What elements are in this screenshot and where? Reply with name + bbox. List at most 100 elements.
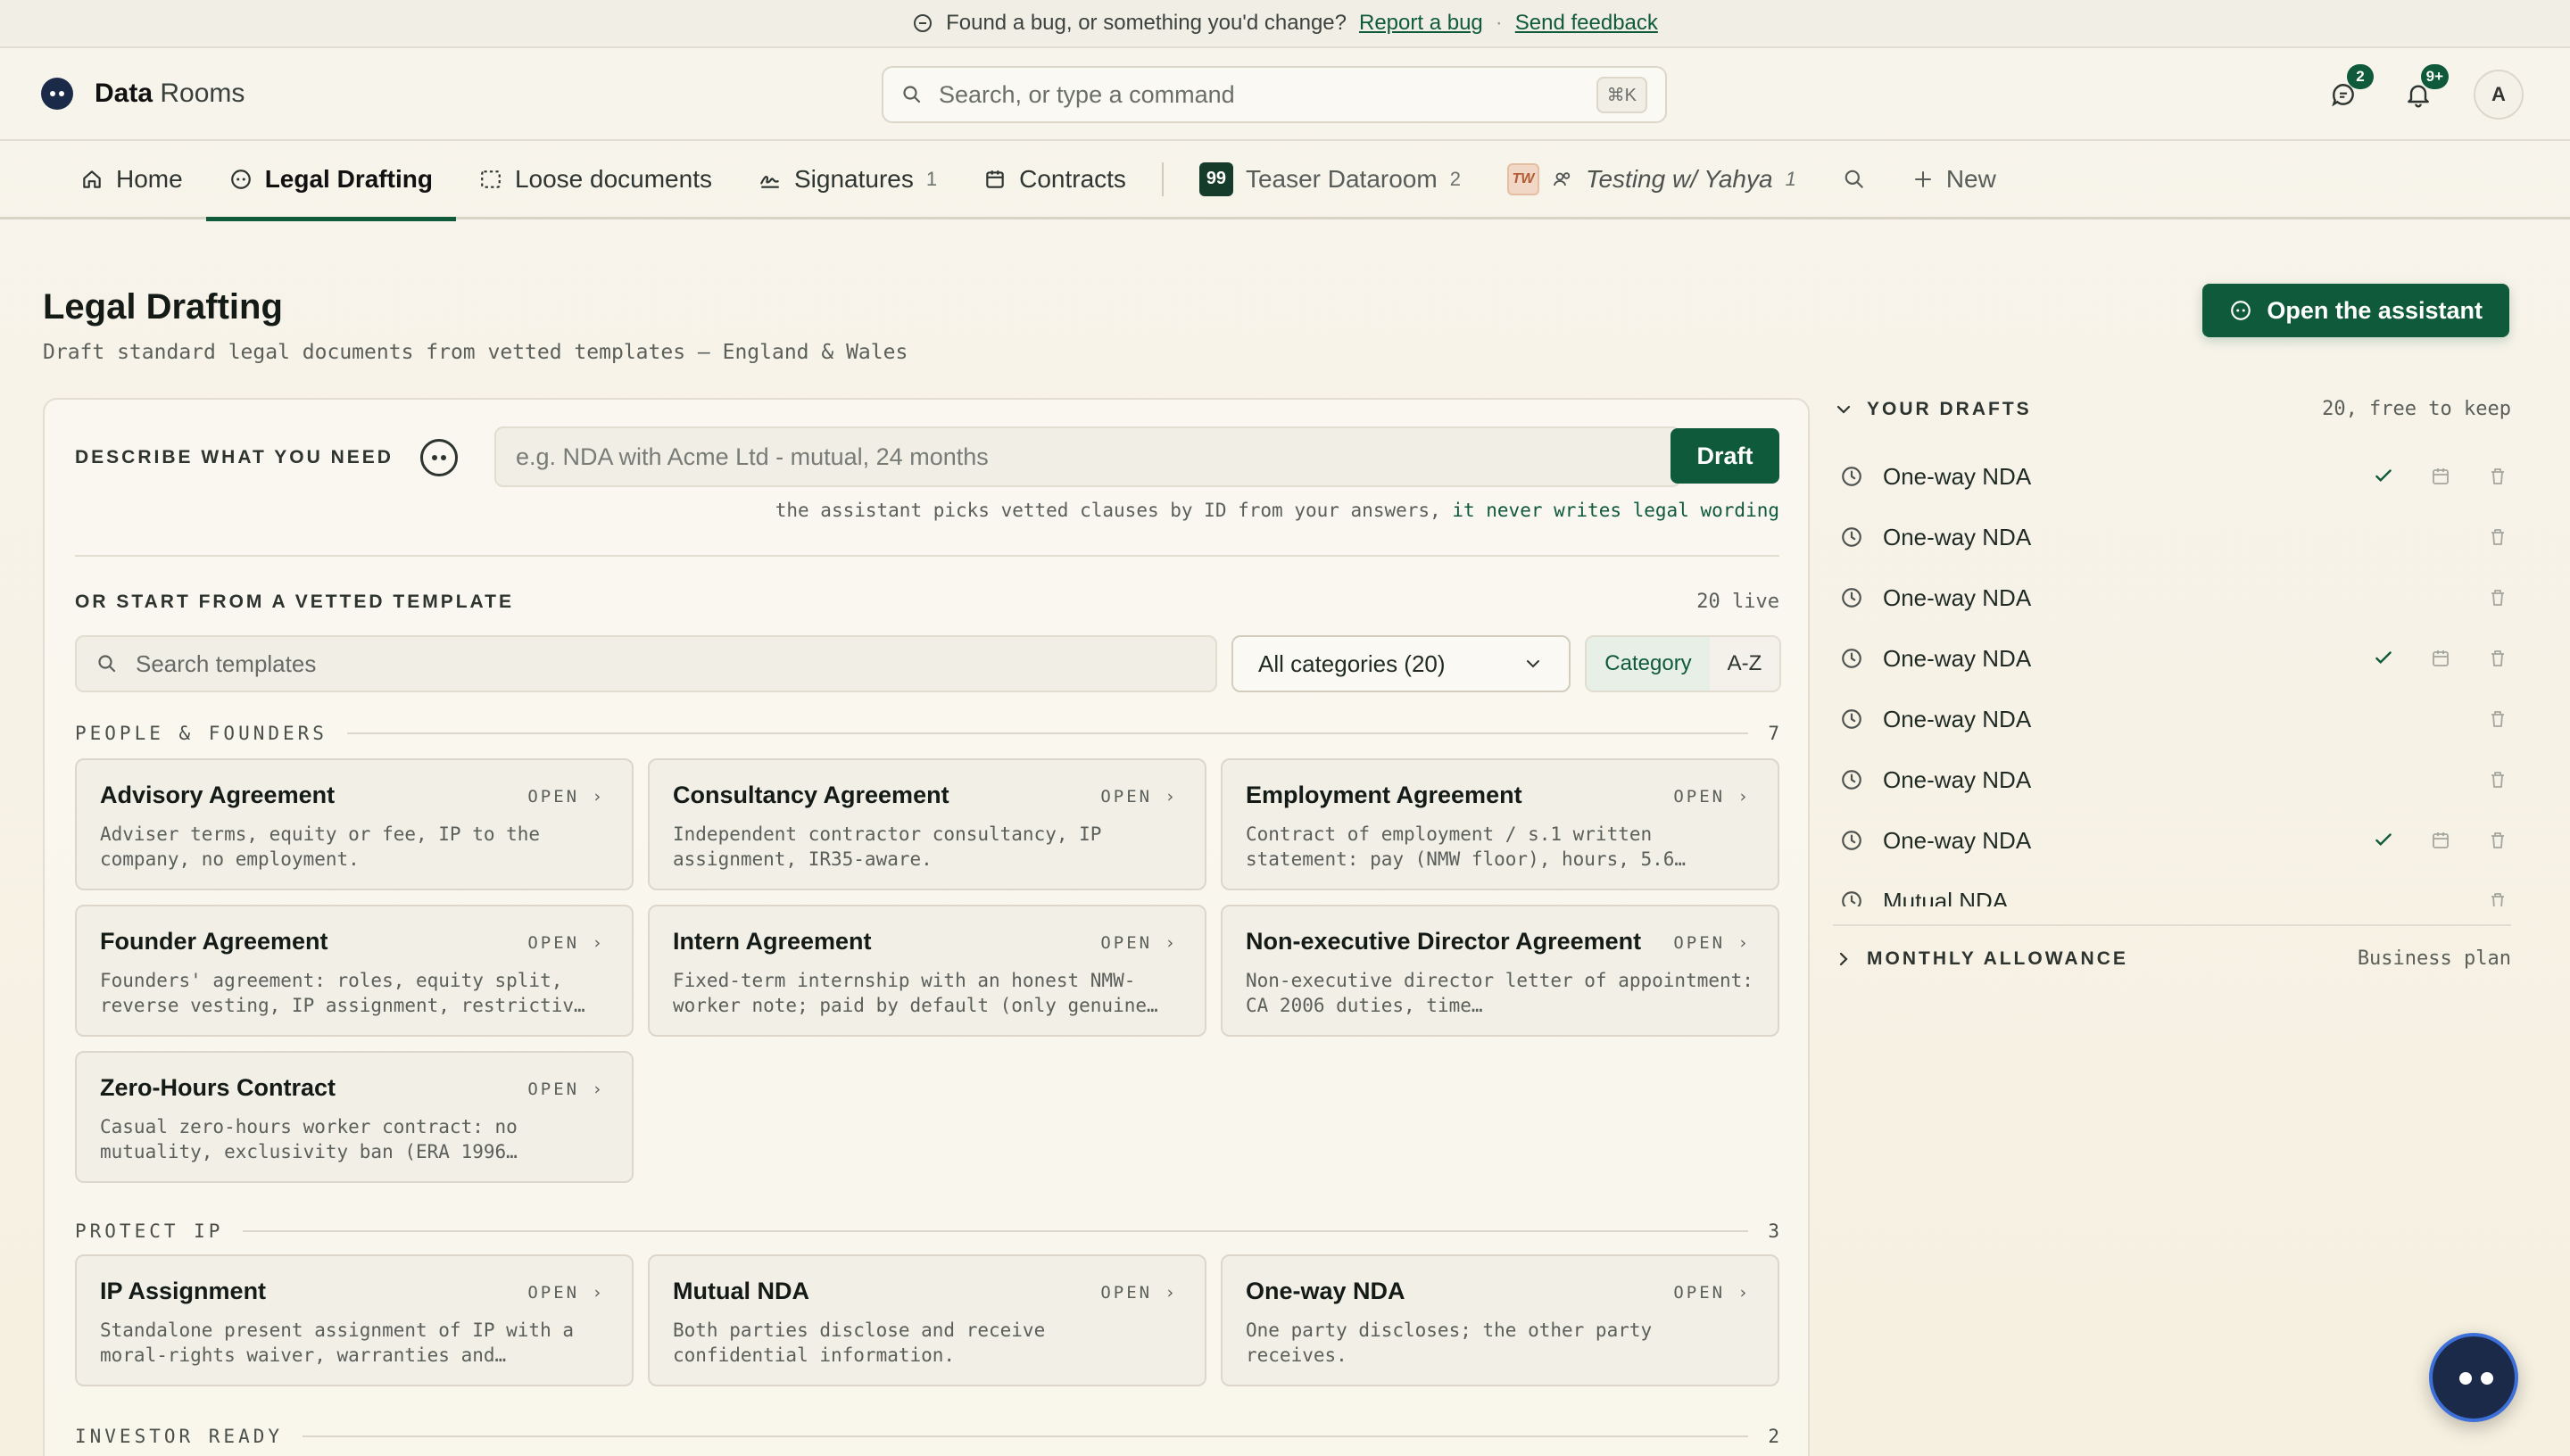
clock-icon <box>1842 770 1861 790</box>
template-card-non-executive-director[interactable]: Non-executive Director Agreement OPEN › … <box>1221 905 1779 1037</box>
assistant-fab[interactable] <box>2429 1333 2518 1422</box>
draft-row[interactable]: One-way NDA <box>1840 567 2511 628</box>
template-card-zero-hours-contract[interactable]: Zero-Hours Contract OPEN › Casual zero-h… <box>75 1051 634 1183</box>
template-description: Casual zero-hours worker contract: no mu… <box>100 1116 518 1162</box>
drafts-divider <box>1833 924 2511 926</box>
draft-row[interactable]: One-way NDA <box>1840 810 2511 871</box>
calendar-icon[interactable] <box>2427 463 2454 490</box>
draft-row[interactable]: One-way NDA <box>1840 689 2511 749</box>
describe-input[interactable]: e.g. NDA with Acme Ltd - mutual, 24 mont… <box>494 426 1681 487</box>
monthly-allowance-header[interactable]: MONTHLY ALLOWANCE Business plan <box>1833 947 2511 970</box>
tab-legal-drafting[interactable]: Legal Drafting <box>205 140 457 221</box>
trash-icon[interactable] <box>2484 584 2511 611</box>
draft-row[interactable]: One-way NDA <box>1840 446 2511 507</box>
template-card-mutual-nda[interactable]: Mutual NDA OPEN › Both parties disclose … <box>648 1254 1206 1386</box>
tab-label: Signatures <box>793 164 914 193</box>
search-icon <box>903 86 921 103</box>
search-icon <box>1845 170 1863 188</box>
open-link[interactable]: OPEN › <box>1673 787 1751 807</box>
template-card-one-way-nda[interactable]: One-way NDA OPEN › One party discloses; … <box>1221 1254 1779 1386</box>
template-card-advisory-agreement[interactable]: Advisory Agreement OPEN › Adviser terms,… <box>75 758 634 890</box>
tab-label: Loose documents <box>514 164 712 193</box>
draft-name: One-way NDA <box>1883 644 2032 672</box>
category-select[interactable]: All categories (20) <box>1231 635 1571 692</box>
section-rule <box>243 1230 1749 1232</box>
tab-testing-yahya[interactable]: TW Testing w/ Yahya 1 <box>1484 140 1820 219</box>
section-header-people-founders: PEOPLE & FOUNDERS 7 <box>75 723 1779 744</box>
tab-count: 1 <box>925 167 938 190</box>
template-card-founder-agreement[interactable]: Founder Agreement OPEN › Founders' agree… <box>75 905 634 1037</box>
command-search[interactable]: Search, or type a command ⌘K <box>882 66 1667 123</box>
open-link[interactable]: OPEN › <box>527 787 605 807</box>
section-title: PROTECT IP <box>75 1220 224 1242</box>
app-logo[interactable] <box>41 78 73 110</box>
template-description: Contract of employment / s.1 written sta… <box>1246 823 1687 870</box>
tab-loose-documents[interactable]: Loose documents <box>456 140 735 219</box>
open-link[interactable]: OPEN › <box>1673 933 1751 953</box>
template-search-input[interactable]: Search templates <box>75 635 1217 692</box>
clock-icon <box>1842 649 1861 668</box>
template-card-employment-agreement[interactable]: Employment Agreement OPEN › Contract of … <box>1221 758 1779 890</box>
report-bug-link[interactable]: Report a bug <box>1359 11 1483 36</box>
send-feedback-link[interactable]: Send feedback <box>1515 11 1658 36</box>
dashed-box-icon <box>481 170 501 188</box>
section-title: INVESTOR READY <box>75 1426 284 1447</box>
tab-search-button[interactable] <box>1820 140 1889 219</box>
clock-icon <box>1842 891 1861 906</box>
draft-row[interactable]: One-way NDA <box>1840 628 2511 689</box>
draft-row[interactable]: One-way NDA <box>1840 749 2511 810</box>
sort-by-category[interactable]: Category <box>1587 637 1710 691</box>
open-link[interactable]: OPEN › <box>1100 1283 1178 1303</box>
draft-name: One-way NDA <box>1883 523 2032 550</box>
tab-contracts[interactable]: Contracts <box>960 140 1149 219</box>
chevron-down-icon <box>1527 660 1539 668</box>
trash-icon[interactable] <box>2484 706 2511 732</box>
tab-signatures[interactable]: Signatures 1 <box>735 140 960 219</box>
messages-button[interactable]: 2 <box>2324 64 2374 120</box>
dataroom-badge: TW <box>1506 162 1539 195</box>
template-card-consultancy-agreement[interactable]: Consultancy Agreement OPEN › Independent… <box>648 758 1206 890</box>
assistant-hint: the assistant picks vetted clauses by ID… <box>775 500 1779 521</box>
tab-home[interactable]: Home <box>57 140 206 219</box>
clock-icon <box>1842 831 1861 850</box>
trash-icon[interactable] <box>2484 766 2511 793</box>
trash-icon[interactable] <box>2484 463 2511 490</box>
sort-a-z[interactable]: A-Z <box>1710 637 1779 691</box>
template-card-ip-assignment[interactable]: IP Assignment OPEN › Standalone present … <box>75 1254 634 1386</box>
open-assistant-label: Open the assistant <box>2267 296 2483 324</box>
template-description: Non-executive director letter of appoint… <box>1246 970 1753 1016</box>
draft-row[interactable]: One-way NDA <box>1840 507 2511 567</box>
trash-icon[interactable] <box>2484 827 2511 854</box>
describe-label: DESCRIBE WHAT YOU NEED <box>75 447 394 467</box>
section-title: PEOPLE & FOUNDERS <box>75 723 327 744</box>
draft-row[interactable]: Mutual NDA <box>1840 871 2511 906</box>
templates-label: OR START FROM A VETTED TEMPLATE <box>75 591 514 612</box>
drafts-header[interactable]: YOUR DRAFTS 20, free to keep <box>1833 398 2511 420</box>
open-assistant-button[interactable]: Open the assistant <box>2202 284 2509 337</box>
tab-divider <box>1161 161 1164 196</box>
notifications-button[interactable]: 9+ <box>2399 64 2449 120</box>
open-link[interactable]: OPEN › <box>1100 787 1178 807</box>
trash-icon[interactable] <box>2484 645 2511 672</box>
tab-teaser-dataroom[interactable]: 99 Teaser Dataroom 2 <box>1176 140 1484 219</box>
draft-name: One-way NDA <box>1883 705 2032 732</box>
chevron-right-icon <box>1839 952 1848 965</box>
templates-live-count: 20 live <box>1696 591 1779 613</box>
open-link[interactable]: OPEN › <box>1673 1283 1751 1303</box>
calendar-icon[interactable] <box>2427 827 2454 854</box>
trash-icon[interactable] <box>2484 524 2511 550</box>
section-rule <box>346 732 1749 734</box>
open-link[interactable]: OPEN › <box>527 1283 605 1303</box>
open-link[interactable]: OPEN › <box>527 1080 605 1099</box>
template-card-intern-agreement[interactable]: Intern Agreement OPEN › Fixed-term inter… <box>648 905 1206 1037</box>
calendar-icon[interactable] <box>2427 645 2454 672</box>
open-link[interactable]: OPEN › <box>1100 933 1178 953</box>
tab-new-button[interactable]: New <box>1889 140 2019 219</box>
draft-button[interactable]: Draft <box>1670 428 1779 484</box>
open-link[interactable]: OPEN › <box>527 933 605 953</box>
trash-icon[interactable] <box>2484 888 2511 906</box>
tab-label: New <box>1945 164 1996 193</box>
app-title[interactable]: Data Rooms <box>95 79 245 109</box>
template-description: One party discloses; the other party rec… <box>1246 1320 1653 1366</box>
user-avatar[interactable]: A <box>2474 70 2524 120</box>
